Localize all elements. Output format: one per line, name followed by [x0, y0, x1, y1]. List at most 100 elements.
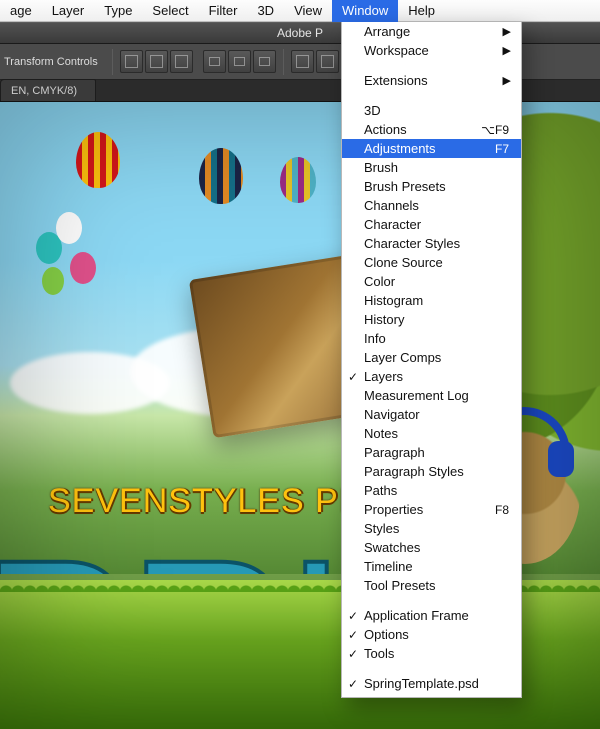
menu-item-brush[interactable]: Brush	[342, 158, 521, 177]
menu-item-tool-presets[interactable]: Tool Presets	[342, 576, 521, 595]
menu-item-filter[interactable]: Filter	[199, 0, 248, 22]
menu-item-properties[interactable]: Properties F8	[342, 500, 521, 519]
align-center-h-button[interactable]	[145, 50, 168, 73]
menu-item-application-frame[interactable]: ✓ Application Frame	[342, 606, 521, 625]
menu-item-layers[interactable]: ✓Layers	[342, 367, 521, 386]
menu-item-swatches[interactable]: Swatches	[342, 538, 521, 557]
align-left-button[interactable]	[120, 50, 143, 73]
menu-item-view[interactable]: View	[284, 0, 332, 22]
menu-item-shortcut: F7	[495, 142, 509, 156]
menu-separator	[343, 95, 520, 96]
menu-item-arrange[interactable]: Arrange ▶	[342, 22, 521, 41]
menu-item-history[interactable]: History	[342, 310, 521, 329]
menu-item-label: Swatches	[364, 540, 420, 555]
toolbar-separator	[112, 49, 113, 75]
menu-item-window[interactable]: Window	[332, 0, 398, 22]
transform-controls-label: Transform Controls	[0, 56, 106, 68]
menu-item-label: Paragraph Styles	[364, 464, 464, 479]
menu-item-actions[interactable]: Actions ⌥F9	[342, 120, 521, 139]
menu-separator	[343, 65, 520, 66]
menu-item-clone-source[interactable]: Clone Source	[342, 253, 521, 272]
menu-item-label: Application Frame	[364, 608, 469, 623]
menu-item-label: 3D	[364, 103, 381, 118]
align-center-v-button[interactable]	[228, 50, 251, 73]
menu-item-label: Character	[364, 217, 421, 232]
menu-item-label: Extensions	[364, 73, 428, 88]
menu-item-label: Workspace	[364, 43, 429, 58]
menu-item-label: Histogram	[364, 293, 423, 308]
menu-item-label: Brush Presets	[364, 179, 446, 194]
menu-item-label: Info	[364, 331, 386, 346]
menu-item-character-styles[interactable]: Character Styles	[342, 234, 521, 253]
menu-item-character[interactable]: Character	[342, 215, 521, 234]
menu-item-label: Clone Source	[364, 255, 443, 270]
menu-item-label: Paragraph	[364, 445, 425, 460]
menu-item-options[interactable]: ✓ Options	[342, 625, 521, 644]
submenu-arrow-icon: ▶	[503, 44, 511, 57]
menu-item-notes[interactable]: Notes	[342, 424, 521, 443]
menu-item-label: Adjustments	[364, 141, 436, 156]
menu-item-label: Arrange	[364, 24, 410, 39]
menu-item-3d[interactable]: 3D	[342, 101, 521, 120]
check-icon: ✓	[348, 370, 358, 384]
menu-item-shortcut: F8	[495, 503, 509, 517]
check-icon: ✓	[348, 647, 358, 661]
menu-item-paths[interactable]: Paths	[342, 481, 521, 500]
menu-item-help[interactable]: Help	[398, 0, 445, 22]
menu-item-navigator[interactable]: Navigator	[342, 405, 521, 424]
menu-item-label: Actions	[364, 122, 407, 137]
menu-item-select[interactable]: Select	[142, 0, 198, 22]
menu-item-label: Brush	[364, 160, 398, 175]
menu-item-label: Styles	[364, 521, 399, 536]
menu-separator	[343, 600, 520, 601]
menu-item-tools[interactable]: ✓ Tools	[342, 644, 521, 663]
menu-item-3d[interactable]: 3D	[247, 0, 284, 22]
menu-item-extensions[interactable]: Extensions ▶	[342, 71, 521, 90]
menu-item-label: Navigator	[364, 407, 420, 422]
menu-item-measurement-log[interactable]: Measurement Log	[342, 386, 521, 405]
document-tab-label: EN, CMYK/8)	[11, 85, 77, 97]
submenu-arrow-icon: ▶	[503, 74, 511, 87]
menu-item-brush-presets[interactable]: Brush Presets	[342, 177, 521, 196]
menu-item-layer-comps[interactable]: Layer Comps	[342, 348, 521, 367]
menu-item-histogram[interactable]: Histogram	[342, 291, 521, 310]
menu-item-label: Properties	[364, 502, 423, 517]
menu-item-type[interactable]: Type	[94, 0, 142, 22]
check-icon: ✓	[348, 628, 358, 642]
os-menubar: ageLayerTypeSelectFilter3DViewWindowHelp	[0, 0, 600, 22]
submenu-arrow-icon: ▶	[503, 25, 511, 38]
menu-item-label: History	[364, 312, 404, 327]
distribute-h-button[interactable]	[291, 50, 314, 73]
menu-item-label: SpringTemplate.psd	[364, 676, 479, 691]
menu-item-label: Paths	[364, 483, 397, 498]
align-bottom-button[interactable]	[253, 50, 276, 73]
menu-item-workspace[interactable]: Workspace ▶	[342, 41, 521, 60]
menu-item-label: Tool Presets	[364, 578, 436, 593]
menu-item-shortcut: ⌥F9	[481, 123, 509, 137]
align-right-button[interactable]	[170, 50, 193, 73]
menu-item-timeline[interactable]: Timeline	[342, 557, 521, 576]
check-icon: ✓	[348, 609, 358, 623]
menu-item-adjustments[interactable]: Adjustments F7	[342, 139, 521, 158]
toolbar-separator	[283, 49, 284, 75]
align-top-button[interactable]	[203, 50, 226, 73]
menu-separator	[343, 668, 520, 669]
menu-item-label: Options	[364, 627, 409, 642]
menu-item-paragraph-styles[interactable]: Paragraph Styles	[342, 462, 521, 481]
menu-item-label: Channels	[364, 198, 419, 213]
menu-item-label: Character Styles	[364, 236, 460, 251]
menu-item-info[interactable]: Info	[342, 329, 521, 348]
document-tab[interactable]: EN, CMYK/8)	[0, 79, 96, 101]
menu-item-layer[interactable]: Layer	[42, 0, 95, 22]
distribute-h2-button[interactable]	[316, 50, 339, 73]
menu-item-age[interactable]: age	[0, 0, 42, 22]
app-title: Adobe P	[277, 26, 323, 40]
check-icon: ✓	[348, 677, 358, 691]
menu-item-channels[interactable]: Channels	[342, 196, 521, 215]
menu-item-styles[interactable]: Styles	[342, 519, 521, 538]
menu-item-color[interactable]: Color	[342, 272, 521, 291]
menu-item-paragraph[interactable]: Paragraph	[342, 443, 521, 462]
menu-item-label: Color	[364, 274, 395, 289]
menu-item-label: Tools	[364, 646, 394, 661]
menu-item-springtemplate-psd[interactable]: ✓ SpringTemplate.psd	[342, 674, 521, 693]
